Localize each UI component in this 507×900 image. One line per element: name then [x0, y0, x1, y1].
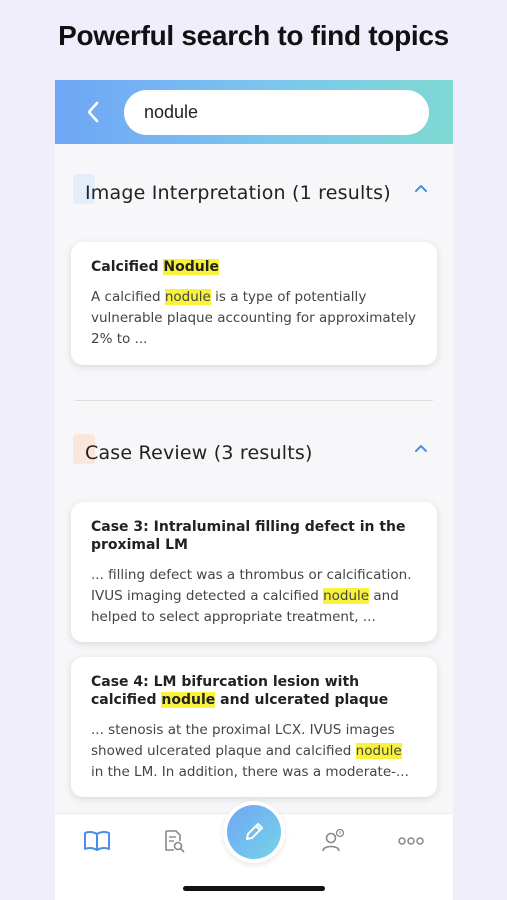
more-icon [398, 837, 424, 845]
chevron-left-icon [87, 101, 99, 123]
phone-screen: Image Interpretation (1 results) Calcifi… [55, 80, 453, 900]
section-header-case-review[interactable]: Case Review (3 results) [55, 434, 453, 474]
section-title: Image Interpretation (1 results) [85, 182, 391, 204]
tab-book[interactable] [82, 828, 112, 854]
section-divider [75, 400, 433, 401]
edit-button[interactable] [223, 801, 285, 863]
back-button[interactable] [79, 98, 107, 126]
search-header [55, 80, 453, 144]
section-header-image-interpretation[interactable]: Image Interpretation (1 results) [55, 174, 453, 214]
tab-profile[interactable] [318, 828, 348, 854]
result-snippet: A calcified nodule is a type of potentia… [91, 289, 417, 347]
result-card[interactable]: Calcified Nodule A calcified nodule is a… [71, 242, 437, 365]
result-snippet: ... stenosis at the proximal LCX. IVUS i… [91, 722, 409, 780]
result-card[interactable]: Case 3: Intraluminal filling defect in t… [71, 502, 437, 642]
home-indicator [183, 886, 325, 891]
result-title: Case 4: LM bifurcation lesion with calci… [91, 674, 389, 708]
tab-more[interactable] [396, 828, 426, 854]
section-title: Case Review (3 results) [85, 442, 313, 464]
bottom-tab-bar [55, 801, 453, 900]
result-title: Case 3: Intraluminal filling defect in t… [91, 519, 406, 553]
result-card[interactable]: Case 4: LM bifurcation lesion with calci… [71, 657, 437, 797]
chevron-up-icon[interactable] [411, 178, 431, 198]
edit-icon [246, 823, 263, 840]
chevron-up-icon[interactable] [411, 438, 431, 458]
result-title: Calcified Nodule [91, 259, 220, 275]
book-icon [84, 830, 110, 851]
user-icon [322, 828, 345, 852]
search-document-icon [165, 830, 185, 853]
headline: Powerful search to find topics [58, 20, 449, 51]
result-snippet: ... filling defect was a thrombus or cal… [91, 567, 412, 625]
search-input[interactable] [124, 90, 429, 135]
tab-search-docs[interactable] [159, 828, 189, 854]
